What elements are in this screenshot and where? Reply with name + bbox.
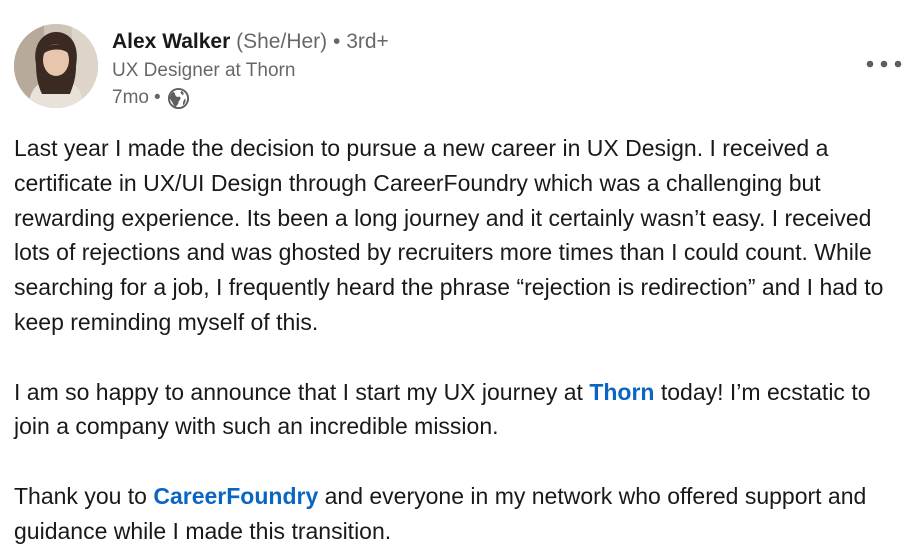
connection-degree: 3rd+ [346,30,389,53]
mention-careerfoundry-link[interactable]: CareerFoundry [153,483,318,509]
author-avatar[interactable] [14,24,98,108]
author-headline: UX Designer at Thorn [112,60,296,81]
globe-icon [167,87,190,110]
post-meta: 7mo • [112,85,389,111]
author-info: Alex Walker (She/Her) • 3rd+ UX Designer… [112,28,389,111]
post-paragraph-1: Last year I made the decision to pursue … [14,131,909,340]
feed-post: Alex Walker (She/Her) • 3rd+ UX Designer… [0,0,920,553]
post-paragraph-3: Thank you to CareerFoundry and everyone … [14,479,909,549]
time-separator: • [153,87,161,108]
author-name[interactable]: Alex Walker [112,30,230,53]
post-paragraph-2: I am so happy to announce that I start m… [14,375,909,445]
paragraph-1-text: Last year I made the decision to pursue … [14,135,884,335]
post-options-button[interactable] [864,54,904,74]
degree-separator: • [333,30,341,53]
post-body: Last year I made the decision to pursue … [14,131,909,549]
author-pronouns: (She/Her) [236,30,328,53]
more-horizontal-icon [866,60,902,68]
post-time[interactable]: 7mo [112,85,149,111]
author-name-line: Alex Walker (She/Her) • 3rd+ [112,28,389,56]
avatar-photo [14,24,98,108]
paragraph-3-text-before: Thank you to [14,482,154,509]
mention-thorn-link[interactable]: Thorn [589,379,654,405]
post-header: Alex Walker (She/Her) • 3rd+ UX Designer… [14,24,920,114]
paragraph-2-text-before: I am so happy to announce that I start m… [14,378,590,405]
